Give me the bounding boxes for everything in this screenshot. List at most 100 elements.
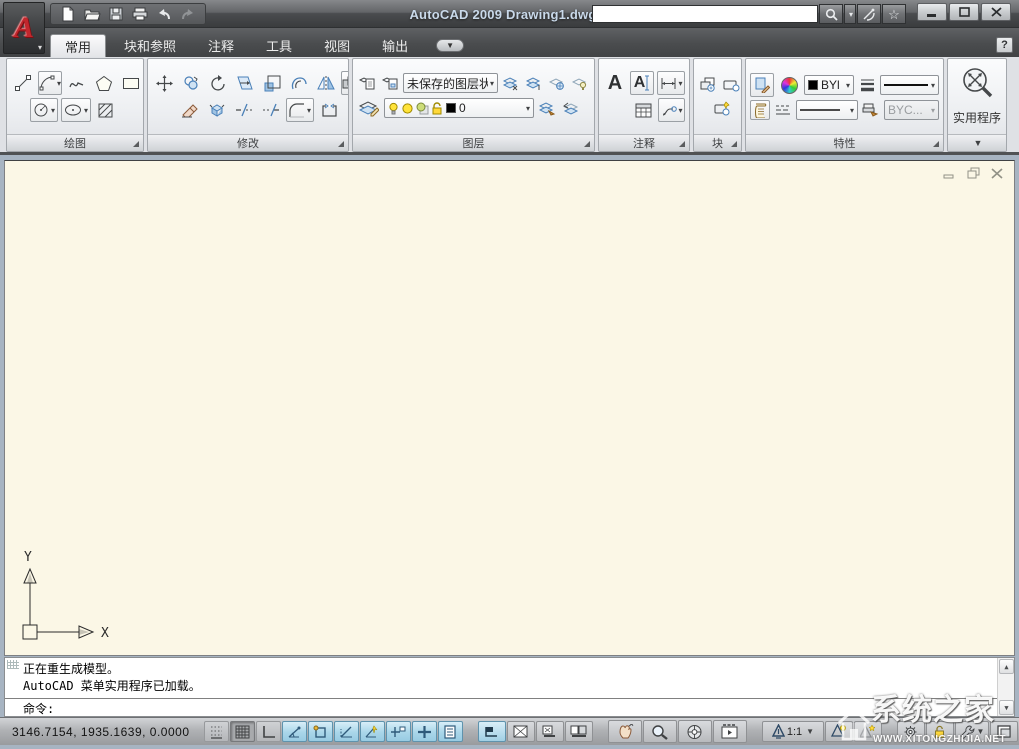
- save-button[interactable]: [105, 5, 127, 23]
- linetype-dropdown[interactable]: ▾: [796, 100, 858, 120]
- ellipse-button[interactable]: ▾: [61, 98, 91, 122]
- copy-button[interactable]: [179, 71, 203, 95]
- zoom-extents-button[interactable]: [959, 65, 995, 103]
- layout-button[interactable]: [507, 721, 535, 742]
- open-button[interactable]: [81, 5, 103, 23]
- layer-properties-button[interactable]: [357, 96, 381, 120]
- text-style-button[interactable]: A: [630, 71, 654, 95]
- layer-freeze-button[interactable]: [547, 73, 567, 93]
- model-space-button[interactable]: [478, 721, 506, 742]
- linetype-button[interactable]: [773, 100, 793, 120]
- object-snap-toggle[interactable]: [308, 721, 333, 742]
- undo-button[interactable]: [153, 5, 175, 23]
- color-wheel-button[interactable]: [777, 73, 801, 97]
- command-line-window[interactable]: 正在重生成模型。 AutoCAD 菜单实用程序已加载。 命令: ▲ ▼: [4, 657, 1015, 717]
- panel-title-utilities[interactable]: ▼: [948, 134, 1006, 151]
- insert-block-button[interactable]: [698, 75, 718, 95]
- trim-button[interactable]: [232, 98, 256, 122]
- multiline-text-button[interactable]: A: [603, 71, 627, 95]
- arc-button[interactable]: ▾: [38, 71, 62, 95]
- lineweight-dropdown[interactable]: ▾: [880, 75, 939, 95]
- panel-title-properties[interactable]: 特性: [746, 134, 943, 151]
- application-menu-button[interactable]: A ▾: [3, 2, 45, 54]
- dynamic-ucs-toggle[interactable]: [360, 721, 385, 742]
- search-options-button[interactable]: ▾: [844, 4, 856, 24]
- command-prompt[interactable]: 命令:: [23, 701, 54, 717]
- coordinates-readout[interactable]: 3146.7154, 1935.1639, 0.0000: [0, 725, 204, 739]
- object-color-dropdown[interactable]: BYl ▾: [804, 75, 854, 95]
- clean-screen-button[interactable]: [990, 721, 1018, 742]
- erase-button[interactable]: [178, 98, 202, 122]
- quick-properties-toggle[interactable]: [438, 721, 463, 742]
- layer-match-button[interactable]: [537, 98, 557, 118]
- panel-title-annotate[interactable]: 注释: [599, 134, 689, 151]
- scale-button[interactable]: [260, 71, 284, 95]
- block-editor-button[interactable]: [713, 98, 733, 118]
- help-button[interactable]: ?: [996, 37, 1013, 53]
- tab-home[interactable]: 常用: [50, 34, 106, 57]
- drawing-restore-button[interactable]: [966, 167, 980, 179]
- tab-view[interactable]: 视图: [310, 34, 364, 57]
- layer-states-manage-button[interactable]: [380, 73, 400, 93]
- rotate-button[interactable]: [206, 71, 230, 95]
- minimize-button[interactable]: [917, 3, 947, 21]
- tab-output[interactable]: 输出: [368, 34, 422, 57]
- new-button[interactable]: [57, 5, 79, 23]
- table-button[interactable]: [631, 98, 655, 122]
- quick-view-layouts-button[interactable]: [536, 721, 564, 742]
- lineweight-button[interactable]: [857, 75, 877, 95]
- offset-button[interactable]: [287, 71, 311, 95]
- layer-states-save-button[interactable]: [357, 73, 377, 93]
- layer-off-button[interactable]: [570, 73, 590, 93]
- tab-annotate[interactable]: 注释: [194, 34, 248, 57]
- hatch-button[interactable]: [94, 98, 118, 122]
- plot-style-dropdown[interactable]: BYC... ▾: [884, 100, 939, 120]
- object-snap-tracking-toggle[interactable]: [334, 721, 359, 742]
- polyline-button[interactable]: [65, 71, 89, 95]
- join-button[interactable]: [317, 98, 341, 122]
- workspace-switching-button[interactable]: [897, 721, 925, 742]
- panel-title-block[interactable]: 块: [694, 134, 741, 151]
- stretch-button[interactable]: [233, 71, 257, 95]
- polar-tracking-toggle[interactable]: [282, 721, 307, 742]
- tab-blocks-references[interactable]: 块和参照: [110, 34, 190, 57]
- snap-toggle[interactable]: [204, 721, 229, 742]
- drawing-minimize-button[interactable]: [942, 167, 956, 179]
- match-properties-button[interactable]: [750, 73, 774, 97]
- extend-button[interactable]: [259, 98, 283, 122]
- circle-button[interactable]: ▾: [30, 98, 58, 122]
- dimension-button[interactable]: ▾: [657, 71, 685, 95]
- panel-title-draw[interactable]: 绘图: [7, 134, 143, 151]
- layer-isolate-button[interactable]: [501, 73, 521, 93]
- search-button[interactable]: [819, 4, 843, 24]
- toolbar-lock-button[interactable]: [926, 721, 954, 742]
- command-scrollbar[interactable]: ▲ ▼: [997, 658, 1014, 716]
- status-bar-menu-button[interactable]: ▼: [955, 721, 989, 742]
- redo-button[interactable]: [177, 5, 199, 23]
- dynamic-input-toggle[interactable]: [386, 721, 411, 742]
- annotation-scale-button[interactable]: 1:1 ▼: [762, 721, 824, 742]
- array-button[interactable]: ▾: [341, 71, 349, 95]
- maximize-button[interactable]: [949, 3, 979, 21]
- scroll-up-button[interactable]: ▲: [999, 659, 1014, 674]
- polygon-button[interactable]: [92, 71, 116, 95]
- command-window-grip[interactable]: [7, 660, 19, 669]
- communication-center-button[interactable]: [857, 4, 881, 24]
- fillet-button[interactable]: ▾: [286, 98, 314, 122]
- zoom-button[interactable]: [643, 720, 677, 743]
- panel-title-modify[interactable]: 修改: [148, 134, 348, 151]
- rectangle-button[interactable]: [119, 71, 143, 95]
- explode-button[interactable]: [205, 98, 229, 122]
- drawing-close-button[interactable]: [990, 167, 1004, 179]
- layer-state-dropdown[interactable]: 未保存的图层状态 ▾: [403, 73, 498, 93]
- scroll-down-button[interactable]: ▼: [999, 700, 1014, 715]
- move-button[interactable]: [152, 71, 176, 95]
- multileader-button[interactable]: ▾: [658, 98, 685, 122]
- search-input[interactable]: [592, 5, 818, 23]
- line-button[interactable]: [11, 71, 35, 95]
- lineweight-toggle[interactable]: [412, 721, 437, 742]
- ortho-toggle[interactable]: [256, 721, 281, 742]
- quick-view-drawings-button[interactable]: [565, 721, 593, 742]
- pan-button[interactable]: [608, 720, 642, 743]
- create-block-button[interactable]: [721, 75, 741, 95]
